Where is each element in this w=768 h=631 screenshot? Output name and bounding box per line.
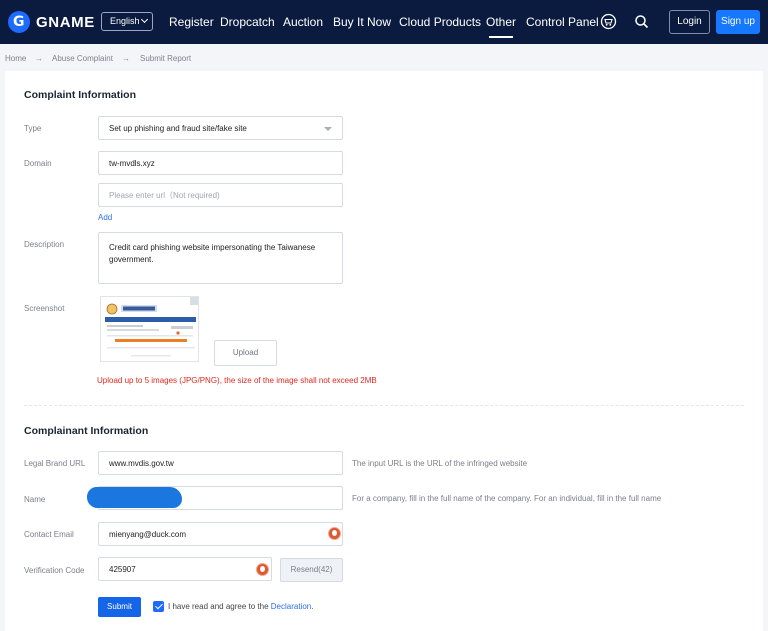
type-selected-value: Set up phishing and fraud site/fake site	[109, 124, 247, 133]
verification-code-input[interactable]: 425907	[98, 557, 272, 581]
name-label: Name	[24, 495, 46, 504]
signup-button[interactable]: Sign up	[716, 10, 760, 34]
description-label: Description	[24, 240, 65, 249]
cart-icon[interactable]	[600, 13, 617, 30]
resend-button[interactable]: Resend(42)	[280, 558, 343, 582]
language-selector[interactable]: English	[101, 12, 153, 31]
add-url-link[interactable]: Add	[98, 213, 112, 223]
screenshot-preview-image	[101, 297, 198, 361]
redaction-mark	[87, 487, 182, 508]
agree-checkbox[interactable]	[153, 601, 164, 612]
nav-register[interactable]: Register	[169, 14, 214, 30]
upload-hint: Upload up to 5 images (JPG/PNG), the siz…	[97, 376, 377, 385]
nav-dropcatch[interactable]: Dropcatch	[220, 14, 275, 30]
agree-end: .	[311, 602, 314, 611]
section-divider	[24, 405, 744, 406]
upload-button[interactable]: Upload	[214, 340, 277, 366]
language-label: English	[110, 16, 140, 26]
nav-auction[interactable]: Auction	[283, 14, 323, 30]
duckduckgo-icon[interactable]	[256, 563, 269, 576]
agree-text: I have read and agree to the	[168, 602, 269, 611]
complainant-section-title: Complainant Information	[24, 425, 149, 437]
brand-url-label: Legal Brand URL	[24, 459, 86, 468]
email-value: mienyang@duck.com	[109, 530, 187, 539]
nav-control-panel[interactable]: Control Panel	[526, 14, 599, 30]
description-textarea[interactable]: Credit card phishing website impersonati…	[98, 232, 343, 284]
nav-buy-it-now[interactable]: Buy It Now	[333, 14, 391, 30]
brand-name[interactable]: GNAME	[36, 14, 95, 31]
top-navigation-bar: G GNAME English Register Dropcatch Aucti…	[0, 0, 768, 44]
screenshot-thumbnail[interactable]	[100, 296, 199, 362]
breadcrumb-home[interactable]: Home	[5, 54, 26, 64]
name-hint: For a company, fill in the full name of …	[352, 494, 662, 503]
agreement-text: I have read and agree to the Declaration…	[168, 602, 313, 612]
domain-input[interactable]: tw-mvdls.xyz	[98, 151, 343, 175]
description-value: Credit card phishing website impersonati…	[109, 243, 316, 264]
chevron-down-icon	[140, 15, 149, 24]
email-label: Contact Email	[24, 530, 74, 539]
url-input[interactable]: Please enter url（Not required)	[98, 183, 343, 207]
brand-url-input[interactable]: www.mvdis.gov.tw	[98, 451, 343, 475]
verification-code-value: 425907	[109, 565, 136, 574]
screenshot-label: Screenshot	[24, 304, 65, 313]
breadcrumb-current: Submit Report	[140, 54, 192, 63]
search-icon[interactable]	[633, 13, 650, 30]
brand-url-value: www.mvdis.gov.tw	[109, 459, 174, 468]
nav-other[interactable]: Other	[486, 14, 516, 38]
nav-cloud-products[interactable]: Cloud Products	[399, 14, 481, 30]
breadcrumb-separator-icon: →	[122, 54, 130, 63]
declaration-link[interactable]: Declaration	[271, 602, 311, 611]
dropdown-caret-icon	[324, 127, 332, 131]
submit-button[interactable]: Submit	[98, 597, 141, 617]
breadcrumb-abuse-complaint[interactable]: Abuse Complaint	[52, 54, 113, 64]
gname-logo-icon[interactable]: G	[8, 11, 30, 33]
domain-label: Domain	[24, 159, 52, 168]
duckduckgo-icon[interactable]	[328, 527, 341, 540]
brand-url-hint: The input URL is the URL of the infringe…	[352, 459, 528, 468]
login-button[interactable]: Login	[669, 10, 710, 34]
email-input[interactable]: mienyang@duck.com	[98, 522, 343, 546]
close-icon[interactable]	[190, 297, 198, 305]
url-placeholder: Please enter url（Not required)	[109, 191, 220, 200]
breadcrumb-separator-icon: →	[35, 54, 43, 63]
verification-code-label: Verification Code	[24, 566, 85, 575]
type-label: Type	[24, 124, 42, 133]
domain-value: tw-mvdls.xyz	[109, 159, 155, 168]
type-select[interactable]: Set up phishing and fraud site/fake site	[98, 116, 343, 140]
complaint-section-title: Complaint Information	[24, 89, 136, 101]
